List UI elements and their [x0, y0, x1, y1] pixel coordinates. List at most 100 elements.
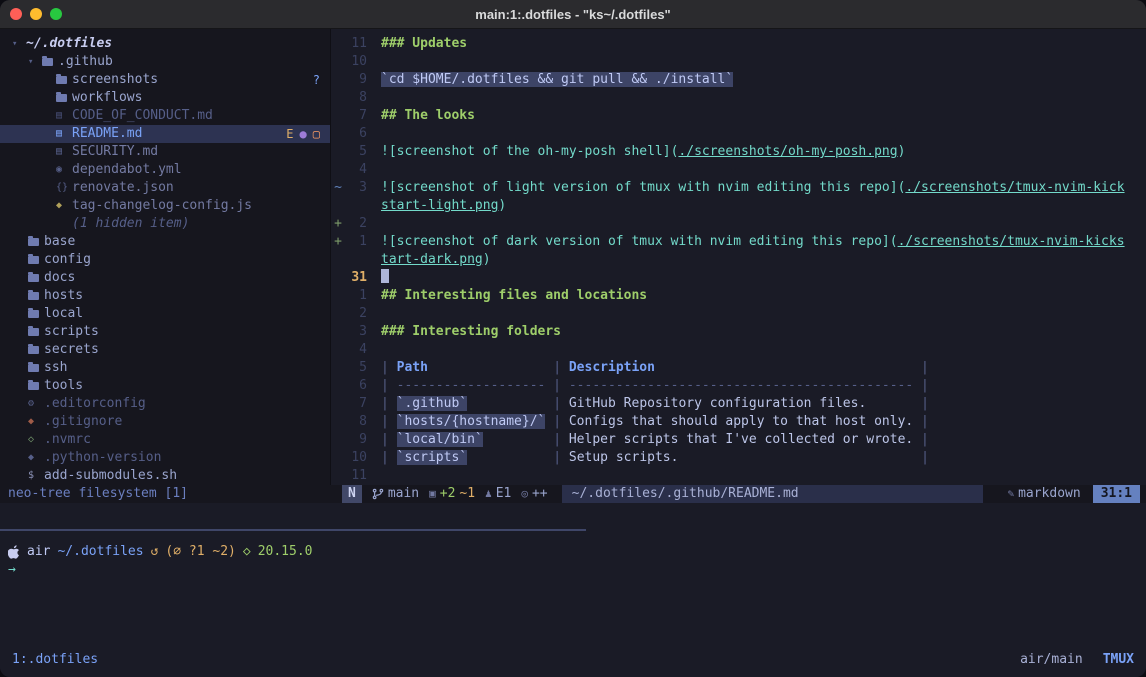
editor-line[interactable]: 9| `local/bin` | Helper scripts that I'v… — [331, 431, 1146, 449]
editor-line[interactable]: 2 — [331, 305, 1146, 323]
gitsign — [331, 359, 345, 377]
prompt-arrow[interactable]: → — [8, 561, 1146, 579]
tmux-pane-border[interactable] — [0, 529, 586, 531]
line-text: ## Interesting files and locations — [381, 287, 647, 305]
editor-line[interactable]: 5![screenshot of the oh-my-posh shell](.… — [331, 143, 1146, 161]
tree-item-tools[interactable]: tools — [0, 377, 330, 395]
git-diff-icon: ▣ — [429, 485, 436, 503]
tree-item-security-md[interactable]: ▤SECURITY.md — [0, 143, 330, 161]
editor-line[interactable]: 7| `.github` | GitHub Repository configu… — [331, 395, 1146, 413]
tree-item-hosts[interactable]: hosts — [0, 287, 330, 305]
filetype-icon: ✎ — [1007, 485, 1014, 503]
file-icon: ▤ — [56, 107, 72, 125]
line-number: 9 — [345, 431, 367, 449]
shell-git-icon: ↺ — [151, 543, 159, 561]
editor-line[interactable]: 1## Interesting files and locations — [331, 287, 1146, 305]
editor-line[interactable]: 9`cd $HOME/.dotfiles && git pull && ./in… — [331, 71, 1146, 89]
titlebar: main:1:.dotfiles - "ks~/.dotfiles" — [0, 0, 1146, 29]
tree-item-dotfiles[interactable]: ▾~/.dotfiles — [0, 35, 330, 53]
mode-indicator: N — [342, 485, 362, 503]
tree-item-screenshots[interactable]: screenshots? — [0, 71, 330, 89]
syntax-segment: ### Updates — [381, 36, 467, 51]
tree-item-label: tools — [44, 377, 83, 395]
tree-item-config[interactable]: config — [0, 251, 330, 269]
tree-item-docs[interactable]: docs — [0, 269, 330, 287]
syntax-segment: | — [913, 360, 929, 375]
tree-item-label: screenshots — [72, 71, 158, 89]
line-text: tart-dark.png) — [381, 251, 491, 269]
shell-pane[interactable]: air ~/.dotfiles ↺ (∅ ?1 ~2) ◇ 20.15.0 → — [8, 543, 1146, 579]
tree-item-editorconfig[interactable]: ⚙.editorconfig — [0, 395, 330, 413]
tree-item-renovate-json[interactable]: {}renovate.json — [0, 179, 330, 197]
tree-item-secrets[interactable]: secrets — [0, 341, 330, 359]
file-icon: ◆ — [28, 449, 44, 467]
tree-item-1-hidden-item[interactable]: (1 hidden item) — [0, 215, 330, 233]
editor-line[interactable]: 11 — [331, 467, 1146, 485]
editor-line[interactable]: 4 — [331, 341, 1146, 359]
tree-item-nvmrc[interactable]: ◇.nvmrc — [0, 431, 330, 449]
gitsign — [331, 89, 345, 107]
gitsign — [331, 269, 345, 287]
editor-line[interactable]: ~3![screenshot of light version of tmux … — [331, 179, 1146, 197]
tree-item-code-of-conduct-md[interactable]: ▤CODE_OF_CONDUCT.md — [0, 107, 330, 125]
tree-item-label: .nvmrc — [44, 431, 91, 449]
tree-item-workflows[interactable]: workflows — [0, 89, 330, 107]
tree-item-scripts[interactable]: scripts — [0, 323, 330, 341]
editor-line[interactable]: 4 — [331, 161, 1146, 179]
editor-line[interactable]: 10| `scripts` | Setup scripts. | — [331, 449, 1146, 467]
editor-line[interactable]: +1![screenshot of dark version of tmux w… — [331, 233, 1146, 251]
file-icon: ◆ — [28, 413, 44, 431]
editor-line[interactable]: 7## The looks — [331, 107, 1146, 125]
editor-line[interactable]: 31 — [331, 269, 1146, 287]
editor-line[interactable]: 11### Updates — [331, 35, 1146, 53]
syntax-segment: | — [381, 396, 397, 411]
editor-line[interactable]: 8| `hosts/{hostname}/` | Configs that sh… — [331, 413, 1146, 431]
tree-item-add-submodules-sh[interactable]: $add-submodules.sh — [0, 467, 330, 485]
editor-line[interactable]: 10 — [331, 53, 1146, 71]
close-button[interactable] — [10, 8, 22, 20]
tree-item-label: .gitignore — [44, 413, 122, 431]
file-icon: ▤ — [56, 125, 72, 143]
expander-icon[interactable]: ▾ — [12, 35, 26, 53]
line-number: 8 — [345, 413, 367, 431]
tree-item-ssh[interactable]: ssh — [0, 359, 330, 377]
tmux-window-label[interactable]: 1:.dotfiles — [12, 652, 98, 667]
tree-item-tag-changelog-config-js[interactable]: ◆tag-changelog-config.js — [0, 197, 330, 215]
tree-item-dependabot-yml[interactable]: ◉dependabot.yml — [0, 161, 330, 179]
editor-line[interactable]: tart-dark.png) — [331, 251, 1146, 269]
tree-item-label: dependabot.yml — [72, 161, 182, 179]
tree-item-base[interactable]: base — [0, 233, 330, 251]
expander-icon[interactable]: ▾ — [28, 53, 42, 71]
tree-item-github[interactable]: ▾.github — [0, 53, 330, 71]
syntax-segment: Description — [569, 360, 655, 375]
tree-item-label: base — [44, 233, 75, 251]
diagnostics-count: E1 — [496, 485, 512, 503]
syntax-segment: | ------------------- | ----------------… — [381, 378, 929, 393]
line-number: 6 — [345, 377, 367, 395]
tree-item-python-version[interactable]: ◆.python-version — [0, 449, 330, 467]
editor-line[interactable]: 6 | ------------------- | ---------------… — [331, 377, 1146, 395]
tree-item-gitignore[interactable]: ◆.gitignore — [0, 413, 330, 431]
editor-buffer[interactable]: 11### Updates109`cd $HOME/.dotfiles && g… — [330, 29, 1146, 485]
folder-icon — [28, 310, 39, 318]
folder-icon — [28, 238, 39, 246]
tree-item-label: tag-changelog-config.js — [72, 197, 252, 215]
syntax-segment: Path — [397, 360, 428, 375]
folder-icon — [42, 58, 53, 66]
file-icon: ◇ — [28, 431, 44, 449]
status-marker: ? — [313, 71, 320, 89]
editor-line[interactable]: 8 — [331, 89, 1146, 107]
minimize-button[interactable] — [30, 8, 42, 20]
tree-item-local[interactable]: local — [0, 305, 330, 323]
tmux-right-section: air/main TMUX — [1020, 652, 1134, 667]
editor-line[interactable]: start-light.png) — [331, 197, 1146, 215]
editor-line[interactable]: 5| Path | Description | — [331, 359, 1146, 377]
editor-line[interactable]: +2 — [331, 215, 1146, 233]
gitsign — [331, 125, 345, 143]
tree-item-readme-md[interactable]: ▤README.mdE●▢ — [0, 125, 330, 143]
line-text: ![screenshot of the oh-my-posh shell](./… — [381, 143, 905, 161]
line-number: 8 — [345, 89, 367, 107]
editor-line[interactable]: 3### Interesting folders — [331, 323, 1146, 341]
editor-line[interactable]: 6 — [331, 125, 1146, 143]
zoom-button[interactable] — [50, 8, 62, 20]
